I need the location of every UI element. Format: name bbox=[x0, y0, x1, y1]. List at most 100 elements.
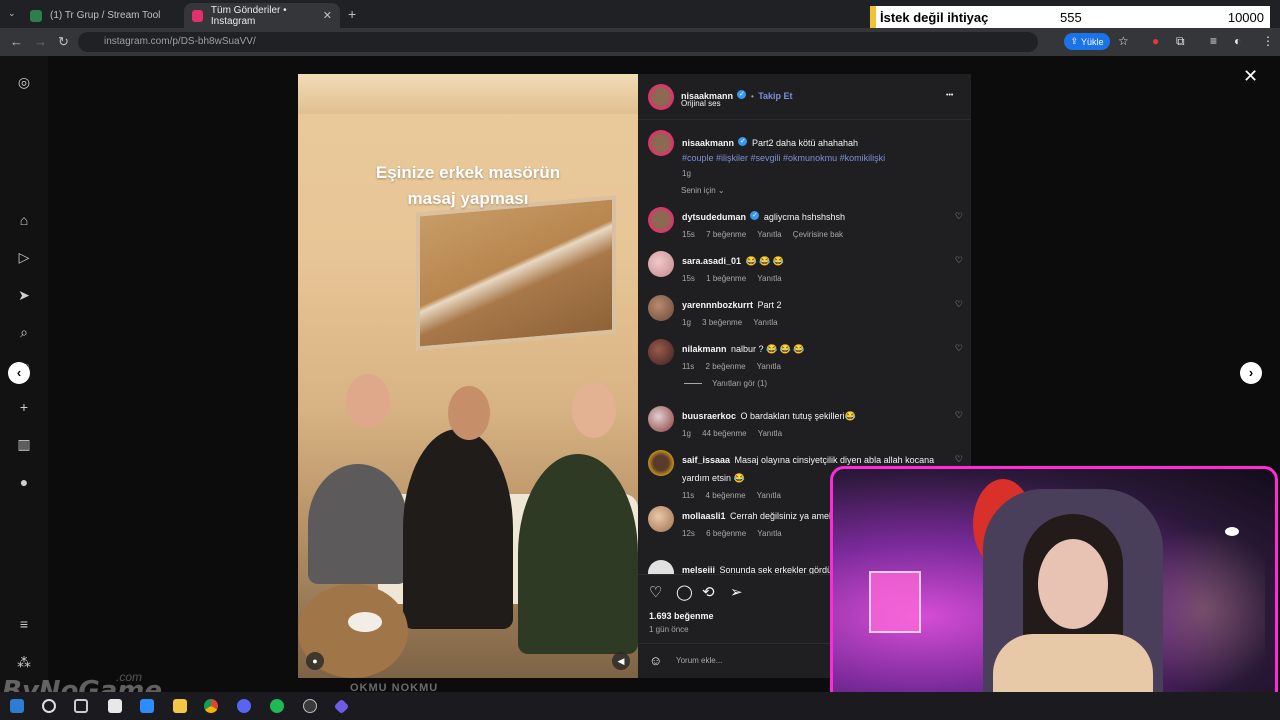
like-comment-heart-icon[interactable]: ♡ bbox=[955, 299, 963, 310]
comment-username[interactable]: dytsudeduman bbox=[682, 212, 746, 222]
emoji-icon[interactable]: ☺ bbox=[649, 653, 662, 668]
comment-likes[interactable]: 3 beğenme bbox=[702, 318, 742, 327]
previous-post-arrow-icon[interactable]: ‹ bbox=[8, 362, 30, 384]
upload-button[interactable]: ⇪ Yükle bbox=[1064, 33, 1110, 50]
reply-button[interactable]: Yanıtla bbox=[757, 491, 781, 500]
comment-input[interactable]: Yorum ekle... bbox=[676, 656, 722, 665]
view-replies-button[interactable]: Yanıtları gör (1) bbox=[684, 379, 767, 388]
url-input[interactable]: instagram.com/p/DS-bh8wSuaVV/ bbox=[78, 32, 1038, 52]
back-icon[interactable]: ← bbox=[10, 34, 23, 49]
reply-button[interactable]: Yanıtla bbox=[757, 362, 781, 371]
task-view-icon[interactable] bbox=[74, 699, 88, 713]
comment-text: Part 2 bbox=[757, 300, 782, 310]
messages-icon[interactable]: ➤ bbox=[16, 287, 32, 303]
comment-username[interactable]: melseiii bbox=[682, 565, 715, 574]
search-icon[interactable]: ⌕ bbox=[16, 324, 32, 340]
like-comment-heart-icon[interactable]: ♡ bbox=[955, 343, 963, 354]
comment-username[interactable]: sara.asadi_01 bbox=[682, 256, 741, 266]
comment-avatar[interactable] bbox=[648, 450, 674, 476]
profile-avatar[interactable]: ◐ bbox=[1234, 34, 1241, 48]
comment-likes[interactable]: 4 beğenme bbox=[706, 491, 746, 500]
caption-hashtags[interactable]: #couple #ilişkiler #sevgili #okmunokmu #… bbox=[682, 153, 952, 163]
comment-time: 15s bbox=[682, 230, 695, 239]
zoom-icon[interactable] bbox=[140, 699, 154, 713]
home-icon[interactable]: ⌂ bbox=[16, 212, 32, 228]
comment-likes[interactable]: 44 beğenme bbox=[702, 429, 746, 438]
comment-username[interactable]: yarennnbozkurrt bbox=[682, 300, 753, 310]
comment-avatar[interactable] bbox=[648, 295, 674, 321]
forward-icon[interactable]: → bbox=[34, 34, 47, 49]
instagram-logo-icon[interactable]: ◎ bbox=[16, 74, 32, 90]
share-paper-plane-icon[interactable]: ➢ bbox=[730, 583, 743, 601]
audio-label[interactable]: Orijinal ses bbox=[681, 99, 721, 108]
obs-icon[interactable] bbox=[303, 699, 317, 713]
follow-button[interactable]: Takip Et bbox=[758, 91, 792, 101]
see-translation-button[interactable]: Çevirisine bak bbox=[793, 230, 843, 239]
comment-likes[interactable]: 7 beğenme bbox=[706, 230, 746, 239]
comment-avatar[interactable] bbox=[648, 406, 674, 432]
post-video[interactable]: Eşinize erkek masörün masaj yapması ● ◀ bbox=[298, 74, 638, 678]
reels-icon[interactable]: ▷ bbox=[16, 249, 32, 265]
chrome-icon[interactable] bbox=[204, 699, 218, 713]
file-explorer-icon[interactable] bbox=[173, 699, 187, 713]
media-control-icon[interactable]: ≡ bbox=[1210, 34, 1217, 48]
comment-sort-dropdown[interactable]: Senin için ⌄ bbox=[681, 186, 725, 195]
reload-icon[interactable]: ↻ bbox=[58, 34, 69, 50]
tab-stream-tool[interactable]: (1) Tr Grup / Stream Tool bbox=[22, 3, 182, 28]
tagged-user-icon[interactable]: ● bbox=[306, 652, 324, 670]
comment-text: O bardakları tutuş şekilleri😂 bbox=[740, 411, 856, 421]
reply-button[interactable]: Yanıtla bbox=[753, 318, 777, 327]
comment-likes[interactable]: 2 beğenme bbox=[706, 362, 746, 371]
like-heart-icon[interactable]: ♡ bbox=[649, 583, 662, 601]
extensions-icon[interactable]: ⧉ bbox=[1176, 34, 1185, 49]
like-comment-heart-icon[interactable]: ♡ bbox=[955, 410, 963, 421]
menu-icon[interactable]: ⋮ bbox=[1262, 34, 1274, 48]
comment-username[interactable]: mollaasli1 bbox=[682, 511, 726, 521]
mute-icon[interactable]: ◀ bbox=[612, 652, 630, 670]
star-icon[interactable]: ☆ bbox=[1118, 34, 1129, 48]
likes-count[interactable]: 1.693 beğenme bbox=[649, 611, 714, 621]
spotify-icon[interactable] bbox=[270, 699, 284, 713]
app-icon[interactable] bbox=[333, 698, 350, 715]
comment-username[interactable]: buusraerkoc bbox=[682, 411, 736, 421]
like-comment-heart-icon[interactable]: ♡ bbox=[955, 454, 963, 465]
profile-avatar-icon[interactable]: ● bbox=[16, 474, 32, 490]
search-icon[interactable] bbox=[42, 699, 56, 713]
file-icon[interactable] bbox=[108, 699, 122, 713]
reply-button[interactable]: Yanıtla bbox=[758, 429, 782, 438]
next-post-arrow-icon[interactable]: › bbox=[1240, 362, 1262, 384]
more-menu-icon[interactable]: ≡ bbox=[16, 616, 32, 632]
caption-username[interactable]: nisaakmann bbox=[682, 138, 734, 148]
comment-username[interactable]: nilakmann bbox=[682, 344, 727, 354]
comment-likes[interactable]: 6 beğenme bbox=[706, 529, 746, 538]
comment-avatar[interactable] bbox=[648, 560, 674, 574]
extension-red-icon[interactable]: ● bbox=[1152, 34, 1159, 48]
discord-icon[interactable] bbox=[237, 699, 251, 713]
also-from-meta-icon[interactable]: ⁂ bbox=[16, 654, 32, 670]
repost-icon[interactable]: ⟲ bbox=[702, 583, 715, 601]
comment-bubble-icon[interactable]: ◯ bbox=[676, 583, 693, 601]
close-tab-icon[interactable]: ✕ bbox=[323, 9, 332, 22]
author-avatar[interactable] bbox=[648, 84, 674, 110]
comment-avatar[interactable] bbox=[648, 339, 674, 365]
reply-button[interactable]: Yanıtla bbox=[757, 230, 781, 239]
create-icon[interactable]: + bbox=[16, 399, 32, 415]
new-tab-button[interactable]: + bbox=[348, 6, 356, 22]
comment-avatar[interactable] bbox=[648, 207, 674, 233]
reply-button[interactable]: Yanıtla bbox=[757, 529, 781, 538]
like-comment-heart-icon[interactable]: ♡ bbox=[955, 211, 963, 222]
caption-avatar[interactable] bbox=[648, 130, 674, 156]
tab-menu-icon[interactable]: ⌄ bbox=[8, 8, 16, 19]
start-icon[interactable] bbox=[10, 699, 24, 713]
comment-likes[interactable]: 1 beğenme bbox=[706, 274, 746, 283]
close-modal-icon[interactable]: ✕ bbox=[1243, 66, 1258, 87]
more-options-icon[interactable]: ••• bbox=[946, 92, 953, 99]
comment-avatar[interactable] bbox=[648, 506, 674, 532]
comment-avatar[interactable] bbox=[648, 251, 674, 277]
like-comment-heart-icon[interactable]: ♡ bbox=[955, 255, 963, 266]
tab-instagram[interactable]: Tüm Gönderiler • Instagram ✕ bbox=[184, 3, 340, 28]
insights-icon[interactable]: ▥ bbox=[16, 436, 32, 452]
reply-button[interactable]: Yanıtla bbox=[757, 274, 781, 283]
comment-username[interactable]: saif_issaaa bbox=[682, 455, 730, 465]
streamer-webcam bbox=[830, 466, 1278, 718]
